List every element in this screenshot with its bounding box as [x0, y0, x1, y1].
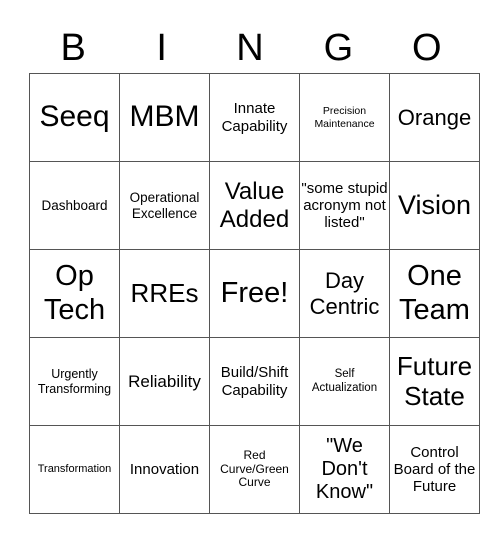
- card-row: Transformation Innovation Red Curve/Gree…: [29, 425, 480, 514]
- header-letter-b: B: [60, 27, 86, 69]
- bingo-card: Seeq MBM Innate Capability Precision Mai…: [29, 73, 480, 514]
- bingo-cell[interactable]: Innate Capability: [209, 73, 300, 162]
- bingo-cell[interactable]: Build/Shift Capability: [209, 337, 300, 426]
- bingo-cell[interactable]: Control Board of the Future: [389, 425, 480, 514]
- bingo-cell[interactable]: One Team: [389, 249, 480, 338]
- bingo-header: B I N G O: [29, 22, 471, 74]
- bingo-cell[interactable]: Urgently Transforming: [29, 337, 120, 426]
- bingo-cell[interactable]: Dashboard: [29, 161, 120, 250]
- bingo-cell[interactable]: Value Added: [209, 161, 300, 250]
- bingo-cell[interactable]: Op Tech: [29, 249, 120, 338]
- bingo-cell[interactable]: Innovation: [119, 425, 210, 514]
- free-space-cell[interactable]: Free!: [209, 249, 300, 338]
- header-letter-g: G: [323, 27, 354, 69]
- bingo-cell[interactable]: Operational Excellence: [119, 161, 210, 250]
- bingo-cell[interactable]: Vision: [389, 161, 480, 250]
- card-row: Op Tech RREs Free! Day Centric One Team: [29, 249, 480, 338]
- header-letter-n: N: [236, 27, 264, 69]
- card-row: Dashboard Operational Excellence Value A…: [29, 161, 480, 250]
- bingo-cell[interactable]: "some stupid acronym not listed": [299, 161, 390, 250]
- bingo-cell[interactable]: RREs: [119, 249, 210, 338]
- bingo-cell[interactable]: "We Don't Know": [299, 425, 390, 514]
- bingo-cell[interactable]: Orange: [389, 73, 480, 162]
- bingo-cell[interactable]: Transformation: [29, 425, 120, 514]
- header-letter-i: I: [156, 27, 167, 69]
- bingo-cell[interactable]: Seeq: [29, 73, 120, 162]
- bingo-cell[interactable]: MBM: [119, 73, 210, 162]
- card-row: Urgently Transforming Reliability Build/…: [29, 337, 480, 426]
- card-row: Seeq MBM Innate Capability Precision Mai…: [29, 73, 480, 162]
- bingo-cell[interactable]: Reliability: [119, 337, 210, 426]
- bingo-cell[interactable]: Day Centric: [299, 249, 390, 338]
- bingo-cell[interactable]: Red Curve/Green Curve: [209, 425, 300, 514]
- bingo-cell[interactable]: Precision Maintenance: [299, 73, 390, 162]
- header-letter-o: O: [412, 27, 442, 69]
- bingo-cell[interactable]: Self Actualization: [299, 337, 390, 426]
- bingo-cell[interactable]: Future State: [389, 337, 480, 426]
